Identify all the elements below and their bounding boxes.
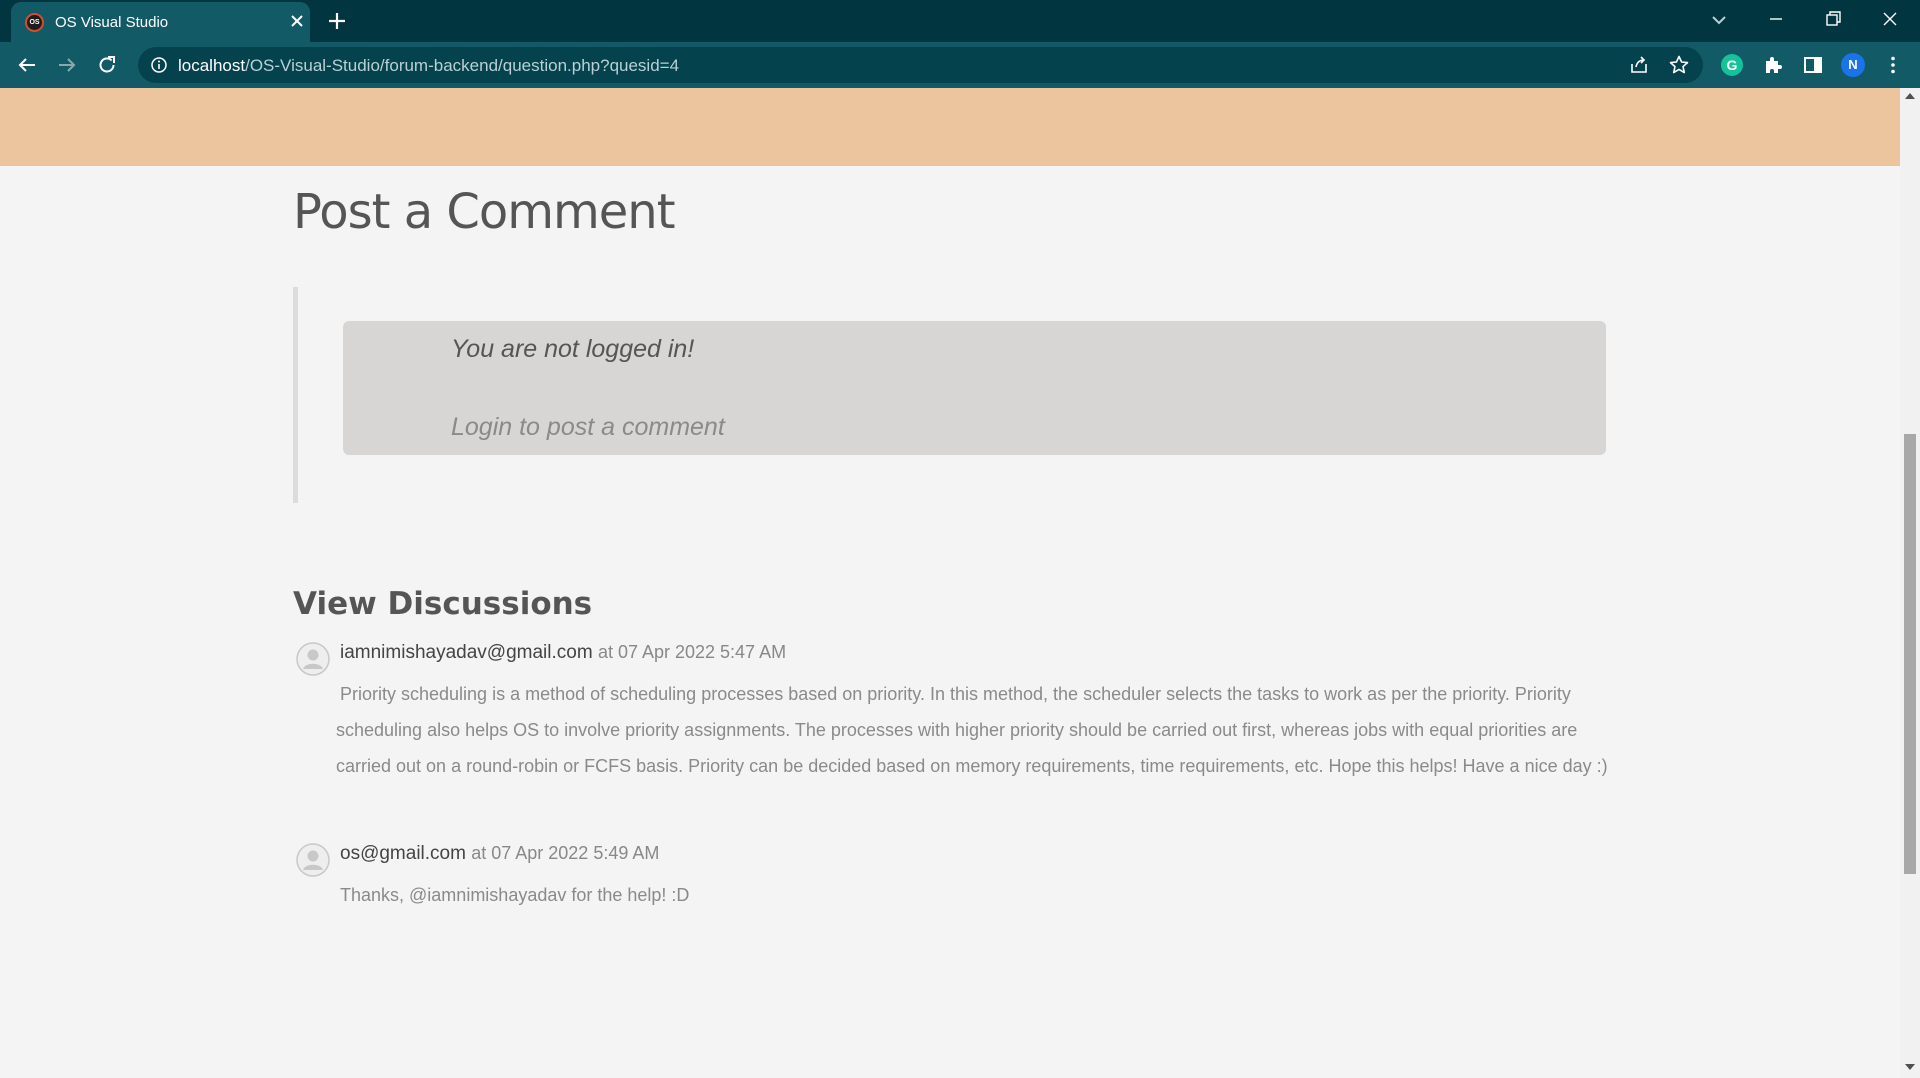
page-title: Post a Comment — [293, 184, 676, 240]
user-avatar-icon — [296, 642, 330, 676]
user-avatar-icon — [296, 843, 330, 877]
chevron-down-icon[interactable] — [1707, 8, 1731, 32]
new-tab-icon[interactable] — [325, 9, 349, 33]
page-content: Post a Comment You are not logged in! Lo… — [0, 88, 1900, 1078]
scrollbar-thumb[interactable] — [1904, 434, 1916, 874]
profile-avatar[interactable]: N — [1841, 53, 1865, 77]
comment-item: os@gmail.com at 07 Apr 2022 5:49 AM Than… — [296, 843, 1616, 913]
more-menu-icon[interactable] — [1881, 53, 1905, 77]
extensions-puzzle-icon[interactable] — [1761, 53, 1785, 77]
scroll-up-arrow-icon[interactable] — [1905, 93, 1915, 99]
comment-body: Priority scheduling is a method of sched… — [336, 684, 1608, 776]
comment-author: iamnimishayadav@gmail.com — [340, 642, 593, 663]
comment-author: os@gmail.com — [340, 843, 466, 864]
page-scrollbar[interactable] — [1900, 88, 1920, 1078]
comment-header: iamnimishayadav@gmail.com at 07 Apr 2022… — [340, 642, 786, 664]
back-arrow-icon[interactable] — [15, 53, 39, 77]
bookmark-star-icon[interactable] — [1668, 54, 1690, 76]
grammarly-extension-icon[interactable]: G — [1721, 54, 1743, 76]
close-tab-icon[interactable] — [285, 9, 309, 33]
login-to-comment-link[interactable]: Login to post a comment — [451, 413, 725, 442]
address-bar[interactable]: localhost/OS-Visual-Studio/forum-backend… — [138, 47, 1703, 83]
discussions-heading: View Discussions — [293, 586, 593, 622]
tab-os-visual-studio[interactable]: OS OS Visual Studio — [11, 2, 310, 42]
comment-timestamp: at 07 Apr 2022 5:47 AM — [597, 642, 787, 662]
comment-header: os@gmail.com at 07 Apr 2022 5:49 AM — [340, 843, 659, 865]
site-favicon-icon: OS — [25, 13, 44, 32]
header-band — [0, 88, 1900, 166]
comment-item: iamnimishayadav@gmail.com at 07 Apr 2022… — [296, 642, 1616, 782]
side-panel-icon[interactable] — [1801, 53, 1825, 77]
comment-body: Thanks, @iamnimishayadav for the help! :… — [340, 885, 690, 905]
reload-icon[interactable] — [95, 53, 119, 77]
minimize-icon[interactable] — [1764, 7, 1788, 31]
close-window-icon[interactable] — [1878, 7, 1902, 31]
tab-strip: OS OS Visual Studio — [0, 0, 1920, 42]
restore-icon[interactable] — [1821, 7, 1845, 31]
site-info-icon[interactable] — [150, 56, 168, 74]
share-icon[interactable] — [1628, 54, 1650, 76]
url-text: localhost/OS-Visual-Studio/forum-backend… — [178, 56, 680, 75]
tab-title: OS Visual Studio — [55, 14, 169, 31]
not-logged-in-text: You are not logged in! — [451, 335, 695, 363]
login-notice-box: You are not logged in! Login to post a c… — [343, 321, 1606, 455]
blockquote-border — [293, 287, 298, 503]
browser-toolbar: localhost/OS-Visual-Studio/forum-backend… — [0, 42, 1920, 88]
scroll-down-arrow-icon[interactable] — [1905, 1064, 1915, 1070]
forward-arrow-icon[interactable] — [55, 53, 79, 77]
comment-timestamp: at 07 Apr 2022 5:49 AM — [471, 843, 660, 863]
